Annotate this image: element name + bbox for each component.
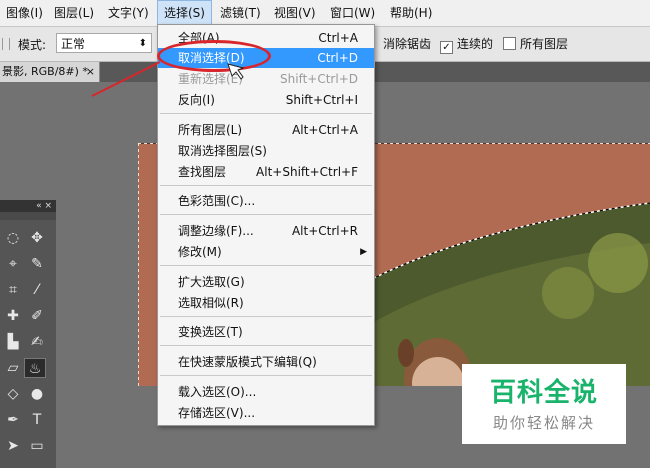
- submenu-arrow-icon: ▶: [360, 247, 367, 257]
- antialias-checkbox[interactable]: 消除锯齿: [383, 36, 431, 52]
- crop-icon[interactable]: ⌗: [2, 280, 24, 300]
- antialias-label: 消除锯齿: [383, 37, 432, 51]
- pen-icon[interactable]: ✒: [2, 410, 24, 430]
- document-tab-title: 景影, RGB/8#) *: [2, 65, 88, 78]
- watermark-logo: 百科全说 助你轻松解决: [462, 364, 626, 444]
- stamp-icon[interactable]: ▙: [2, 332, 24, 352]
- menu-item-all-layers[interactable]: 所有图层(L) Alt+Ctrl+A: [158, 120, 374, 140]
- close-icon[interactable]: ×: [86, 62, 95, 82]
- menu-item-quick-mask[interactable]: 在快速蒙版模式下编辑(Q): [158, 352, 374, 372]
- healing-icon[interactable]: ✚: [2, 306, 24, 326]
- menu-type[interactable]: 文字(Y): [102, 0, 155, 26]
- menu-separator: [160, 113, 372, 114]
- check-icon: ✓: [440, 41, 453, 54]
- brush-icon[interactable]: ✐: [26, 306, 48, 326]
- menu-item-load-selection[interactable]: 载入选区(O)...: [158, 382, 374, 402]
- quick-select-icon[interactable]: ✎: [26, 254, 48, 274]
- all-layers-label: 所有图层: [520, 37, 569, 51]
- document-tab[interactable]: 景影, RGB/8#) * ×: [0, 62, 100, 82]
- tools-panel: « × ◌ ✥ ⌖ ✎ ⌗ ⁄ ✚ ✐ ▙ ✍ ▱ ♨ ◇ ● ✒ T ➤ ▭: [0, 200, 56, 468]
- menu-item-inverse[interactable]: 反向(I) Shift+Ctrl+I: [158, 90, 374, 110]
- contiguous-label: 连续的: [457, 37, 494, 51]
- menu-item-refine-edge[interactable]: 调整边缘(F)... Alt+Ctrl+R: [158, 221, 374, 241]
- mode-label: 模式:: [18, 38, 47, 52]
- blur-icon[interactable]: ◇: [2, 384, 24, 404]
- menu-separator: [160, 265, 372, 266]
- mode-select[interactable]: 正常 ⬍: [56, 33, 152, 53]
- menu-item-grow[interactable]: 扩大选取(G): [158, 272, 374, 292]
- eraser-icon[interactable]: ▱: [2, 358, 24, 378]
- polygon-lasso-icon[interactable]: ⌖: [2, 254, 24, 274]
- chevron-updown-icon: ⬍: [138, 38, 147, 49]
- move-icon[interactable]: ✥: [26, 228, 48, 248]
- contiguous-checkbox[interactable]: ✓ 连续的: [440, 36, 494, 54]
- menu-layer[interactable]: 图层(L): [48, 0, 100, 26]
- menu-item-similar[interactable]: 选取相似(R): [158, 293, 374, 313]
- menu-help[interactable]: 帮助(H): [384, 0, 438, 26]
- menu-image[interactable]: 图像(I): [0, 0, 49, 26]
- annotation-ellipse: [157, 40, 271, 72]
- menu-bar: 图像(I) 图层(L) 文字(Y) 选择(S) 滤镜(T) 视图(V) 窗口(W…: [0, 0, 650, 27]
- watermark-title: 百科全说: [489, 378, 598, 408]
- select-menu-dropdown: 全部(A) Ctrl+A 取消选择(D) Ctrl+D 重新选择(E) Shift+C…: [157, 24, 375, 426]
- empty-checkbox-icon: [503, 37, 516, 50]
- menu-item-modify[interactable]: 修改(M) ▶: [158, 242, 374, 262]
- menu-item-transform-selection[interactable]: 变换选区(T): [158, 322, 374, 342]
- menu-filter[interactable]: 滤镜(T): [214, 0, 267, 26]
- type-icon[interactable]: T: [26, 410, 48, 430]
- eyedropper-icon[interactable]: ⁄: [26, 280, 48, 300]
- dodge-icon[interactable]: ●: [26, 384, 48, 404]
- watermark-subtitle: 助你轻松解决: [492, 414, 595, 432]
- tools-panel-header[interactable]: « ×: [0, 200, 56, 212]
- menu-view[interactable]: 视图(V): [268, 0, 322, 26]
- menu-separator: [160, 375, 372, 376]
- menu-separator: [160, 345, 372, 346]
- options-grip[interactable]: [2, 38, 10, 50]
- menu-item-find-layers[interactable]: 查找图层 Alt+Shift+Ctrl+F: [158, 162, 374, 182]
- rectangle-icon[interactable]: ▭: [26, 436, 48, 456]
- tools-panel-grip[interactable]: [0, 212, 56, 220]
- mode-value: 正常: [61, 37, 86, 51]
- history-brush-icon[interactable]: ✍: [26, 332, 48, 352]
- menu-window[interactable]: 窗口(W): [324, 0, 381, 26]
- menu-item-deselect-layers[interactable]: 取消选择图层(S): [158, 141, 374, 161]
- menu-separator: [160, 214, 372, 215]
- menu-item-reselect[interactable]: 重新选择(E) Shift+Ctrl+D: [158, 69, 374, 89]
- menu-separator: [160, 316, 372, 317]
- paint-bucket-icon[interactable]: ♨: [24, 358, 46, 378]
- menu-separator: [160, 185, 372, 186]
- menu-item-save-selection[interactable]: 存储选区(V)...: [158, 403, 374, 423]
- all-layers-checkbox[interactable]: 所有图层: [503, 36, 568, 52]
- lasso-icon[interactable]: ◌: [2, 228, 24, 248]
- menu-select[interactable]: 选择(S): [157, 0, 212, 26]
- menu-item-color-range[interactable]: 色彩范围(C)...: [158, 191, 374, 211]
- path-select-icon[interactable]: ➤: [2, 436, 24, 456]
